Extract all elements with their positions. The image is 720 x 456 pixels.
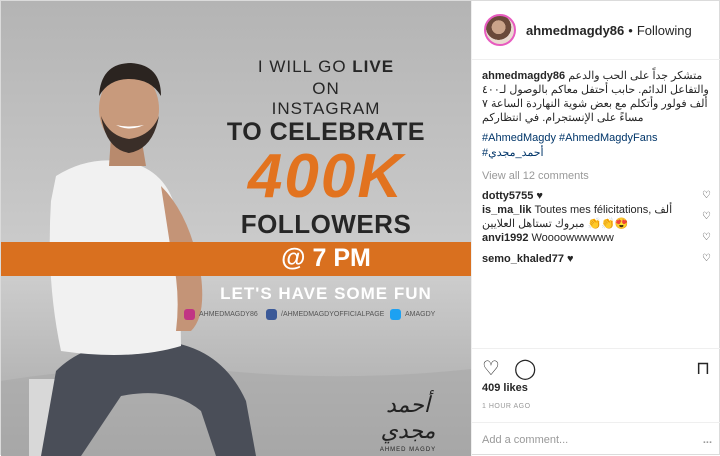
poster-band-text: @ 7 PM [281, 244, 371, 272]
social-instagram: AHMEDMAGDY86 [184, 309, 258, 320]
comment-user[interactable]: dotty5755 [482, 190, 533, 202]
more-options-icon[interactable]: ... [703, 434, 712, 446]
heart-icon[interactable]: ♡ [482, 359, 500, 379]
header-username[interactable]: ahmedmagdy86 [526, 23, 624, 38]
comment-text: Woooowwwwww [531, 231, 614, 244]
comment-row: anvi1992 Woooowwwwww ♡ [482, 229, 711, 246]
likes-count[interactable]: 409 likes [482, 382, 528, 394]
view-all-comments[interactable]: View all 12 comments [482, 169, 711, 183]
poster-line-3: INSTAGRAM [271, 99, 381, 118]
signature-logo: أحمد مجدي AHMED MAGDY [373, 393, 443, 453]
comment-text: ♥ [566, 252, 574, 265]
social-facebook: /AHMEDMAGDYOFFICIALPAGE [266, 309, 384, 320]
social-instagram-label: AHMEDMAGDY86 [199, 311, 258, 318]
add-comment-bar: Add a comment... ... [472, 422, 720, 456]
caption-hashtags: #AhmedMagdy #AhmedMagdyFans #أحمد_مجدي [482, 131, 711, 161]
poster-number: 400K [247, 142, 405, 211]
caption-username[interactable]: ahmedmagdy86 [482, 70, 565, 82]
comment-user[interactable]: anvi1992 [482, 232, 528, 244]
add-comment-input[interactable]: Add a comment... [482, 434, 568, 446]
post-time[interactable]: 1 HOUR AGO [482, 403, 531, 410]
avatar[interactable] [484, 14, 516, 46]
bookmark-icon[interactable]: ⊓ [696, 358, 710, 378]
post-sidebar: ahmedmagdy86 • Following ahmedmagdy86 مت… [471, 1, 720, 456]
instagram-icon [184, 309, 195, 320]
header-separator: • [628, 22, 633, 38]
poster-line-1: I WILL GO LIVE [257, 57, 395, 76]
signature-english: AHMED MAGDY [379, 447, 437, 453]
comment-text: ♥ [536, 189, 543, 202]
like-comment-icon[interactable]: ♡ [702, 210, 711, 224]
post-frame: I WILL GO LIVE ON INSTAGRAM TO CELEBRATE… [0, 0, 720, 456]
comment-icon[interactable]: ◯ [514, 359, 536, 379]
signature-arabic: أحمد مجدي [380, 393, 436, 444]
comment-user[interactable]: semo_khaled77 [482, 253, 564, 265]
caption-body: ahmedmagdy86 متشكر جداً على الحب والدعم … [482, 69, 711, 125]
hashtag-arabic[interactable]: #أحمد_مجدي [482, 146, 711, 161]
comment-user[interactable]: is_ma_lik [482, 204, 532, 216]
like-comment-icon[interactable]: ♡ [702, 189, 711, 203]
poster-line-5: FOLLOWERS [240, 209, 412, 239]
like-comment-icon[interactable]: ♡ [702, 231, 711, 245]
facebook-icon [266, 309, 277, 320]
social-twitter: AMAGDY [390, 309, 435, 320]
post-image[interactable]: I WILL GO LIVE ON INSTAGRAM TO CELEBRATE… [1, 1, 471, 456]
following-button[interactable]: Following [637, 23, 692, 38]
hashtag-links[interactable]: #AhmedMagdy #AhmedMagdyFans [482, 131, 711, 146]
poster-socials: AHMEDMAGDY86 /AHMEDMAGDYOFFICIALPAGE AMA… [184, 309, 469, 325]
post-header: ahmedmagdy86 • Following [472, 1, 720, 60]
poster-line-2: ON [312, 79, 340, 98]
twitter-icon [390, 309, 401, 320]
comment-row: semo_khaled77 ♥ ♡ [482, 250, 711, 267]
comment-row: is_ma_lik Toutes mes félicitations, ألف م… [482, 204, 711, 230]
caption: ahmedmagdy86 متشكر جداً على الحب والدعم … [472, 60, 720, 267]
comment-row: dotty5755 ♥ ♡ [482, 187, 711, 204]
social-twitter-label: AMAGDY [405, 311, 436, 318]
social-facebook-label: /AHMEDMAGDYOFFICIALPAGE [281, 311, 385, 318]
like-comment-icon[interactable]: ♡ [702, 252, 711, 266]
poster-fun: LET'S HAVE SOME FUN [220, 284, 432, 303]
